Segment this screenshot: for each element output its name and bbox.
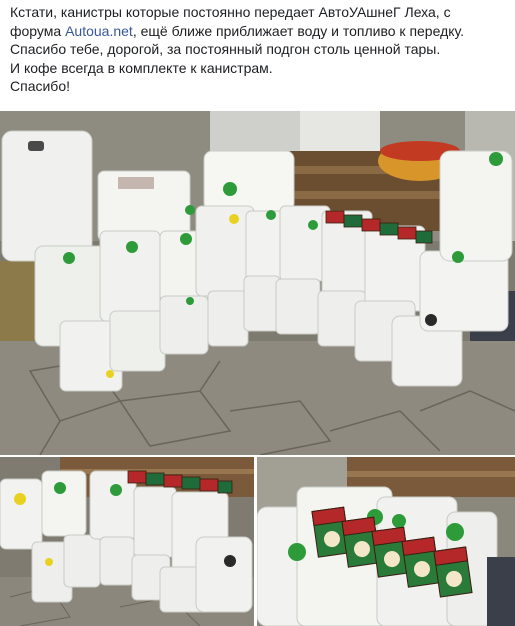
post-line-2-start: форума bbox=[10, 22, 66, 39]
post-line-1: Кстати, канистры которые постоянно перед… bbox=[10, 4, 451, 20]
post-line-4: И кофе всегда в комплекте к канистрам. bbox=[10, 59, 273, 76]
photo-bottom-left[interactable] bbox=[0, 457, 254, 626]
post-text: Кстати, канистры которые постоянно перед… bbox=[0, 0, 515, 96]
photo-bottom-right[interactable] bbox=[257, 457, 515, 626]
post-line-2-end: , ещё ближе приближает воду и топливо к … bbox=[132, 22, 465, 39]
post-line-5: Спасибо! bbox=[10, 78, 70, 95]
photo-bottom-left-image bbox=[0, 457, 254, 626]
photo-bottom-right-image bbox=[257, 457, 515, 626]
autoua-link[interactable]: Autoua.net bbox=[65, 23, 133, 39]
post-line-3: Спасибо тебе, дорогой, за постоянный под… bbox=[10, 41, 441, 58]
post-line-2: форума Autoua.net, ещё ближе приближает … bbox=[10, 22, 505, 41]
photo-main[interactable] bbox=[0, 111, 515, 455]
photo-main-image bbox=[0, 111, 515, 455]
